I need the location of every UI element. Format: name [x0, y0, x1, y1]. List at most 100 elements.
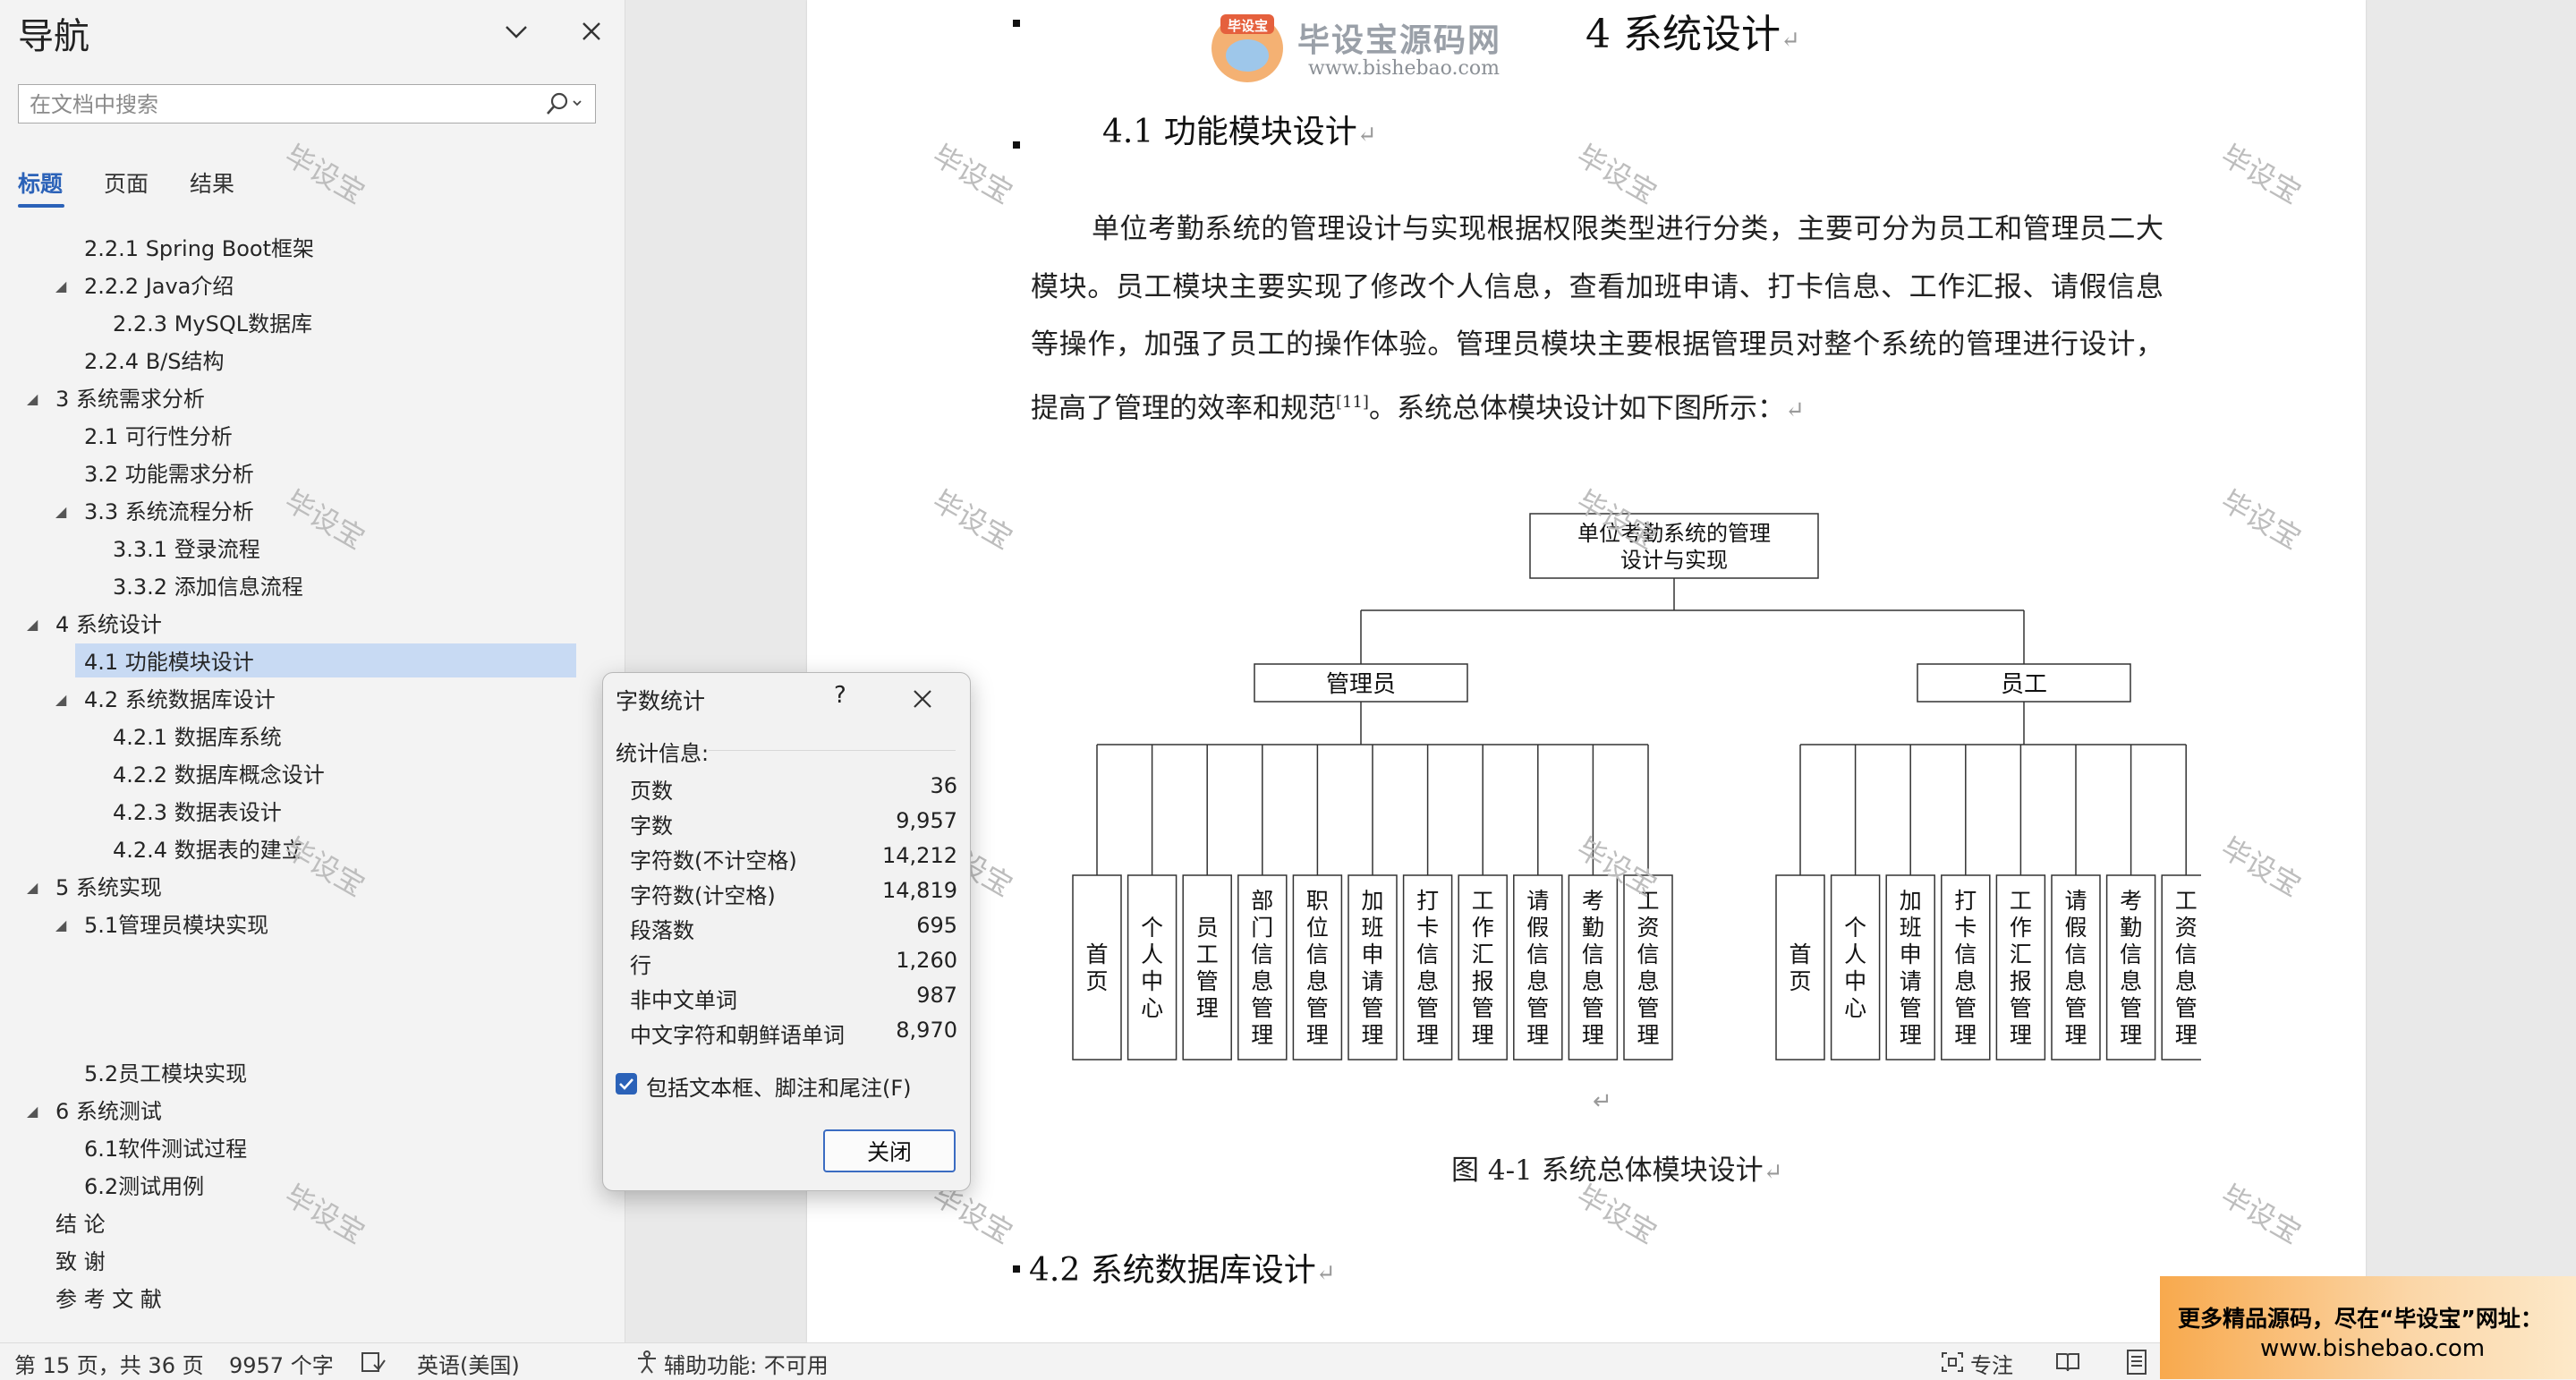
tab-results[interactable]: 结果	[190, 166, 234, 199]
node-label: 假	[1526, 915, 1549, 941]
stat-value: 1,260	[896, 948, 957, 973]
expand-triangle-icon[interactable]: ◢	[55, 684, 66, 716]
tree-item[interactable]: 3.3 系统流程分析	[84, 496, 254, 528]
node-label: 员	[1196, 915, 1219, 941]
module-node	[1072, 874, 1122, 1061]
expand-triangle-icon[interactable]: ◢	[55, 496, 66, 528]
tree-item[interactable]: 4 系统设计	[55, 609, 162, 641]
tree-item[interactable]: 2.2.3 MySQL数据库	[113, 308, 312, 340]
node-label: 请	[1900, 968, 1922, 994]
stat-value: 8,970	[896, 1018, 957, 1043]
node-label: 理	[1637, 1022, 1659, 1048]
tree-item[interactable]: 4.2.4 数据表的建立	[113, 834, 303, 866]
node-label: 管	[1954, 995, 1977, 1021]
node-label: 理	[1251, 1022, 1273, 1048]
search-icon[interactable]	[540, 90, 586, 117]
expand-triangle-icon[interactable]: ◢	[27, 383, 38, 415]
tree-item[interactable]: 2.2.1 Spring Boot框架	[84, 233, 314, 265]
tab-headings[interactable]: 标题	[18, 166, 63, 199]
tree-item[interactable]: 5.2员工模块实现	[84, 1058, 247, 1090]
tree-item[interactable]: 4.2.2 数据库概念设计	[113, 759, 325, 791]
page-count[interactable]: 第 15 页，共 36 页	[14, 1348, 204, 1379]
node-label: 员工	[2001, 671, 2047, 698]
tree-item[interactable]: 5 系统实现	[55, 872, 162, 904]
tree-item[interactable]: 2.1 可行性分析	[84, 421, 233, 453]
node-label: 管	[1900, 995, 1922, 1021]
node-label: 工	[2010, 888, 2032, 914]
tree-item[interactable]: 3 系统需求分析	[55, 383, 205, 415]
node-label: 中	[1141, 968, 1163, 994]
search-input[interactable]	[28, 90, 532, 119]
ad-text: 更多精品源码，尽在“毕设宝”网址：	[2178, 1306, 2543, 1332]
chevron-down-icon[interactable]	[501, 16, 531, 47]
tree-item[interactable]: 2.2.2 Java介绍	[84, 270, 234, 302]
tree-item[interactable]: 参 考 文 献	[55, 1283, 162, 1316]
accessibility-status[interactable]: 辅助功能: 不可用	[664, 1348, 829, 1379]
node-label: 理	[2120, 1022, 2142, 1048]
tree-item[interactable]: 2.2.4 B/S结构	[84, 345, 224, 378]
focus-mode[interactable]: 专注	[1970, 1348, 2013, 1379]
focus-icon[interactable]	[1940, 1350, 1965, 1374]
node-label: 息	[2064, 968, 2087, 994]
node-label: 首	[1085, 941, 1108, 967]
node-label: 息	[1251, 968, 1273, 994]
node-label: 理	[1472, 1022, 1494, 1048]
tree-item[interactable]: 6.2测试用例	[84, 1171, 204, 1203]
node-label: 信	[2064, 941, 2087, 967]
expand-triangle-icon[interactable]: ◢	[55, 909, 66, 941]
close-button[interactable]: 关闭	[823, 1129, 956, 1172]
close-icon[interactable]	[576, 16, 607, 47]
tree-item[interactable]: 致 谢	[55, 1246, 106, 1278]
node-label: 信	[1416, 941, 1439, 967]
heading-2: 4.2 系统数据库设计↵	[1029, 1252, 1336, 1289]
node-label: 加	[1361, 888, 1383, 914]
watermark: 毕设宝	[278, 483, 371, 557]
tab-pages[interactable]: 页面	[104, 166, 149, 199]
expand-triangle-icon[interactable]: ◢	[27, 609, 38, 641]
node-label: 管	[1251, 995, 1273, 1021]
expand-triangle-icon[interactable]: ◢	[55, 270, 66, 302]
ad-banner[interactable]: 更多精品源码，尽在“毕设宝”网址： www.bishebao.com	[2160, 1276, 2576, 1379]
expand-triangle-icon[interactable]: ◢	[27, 1095, 38, 1128]
stats-section-label: 统计信息:	[616, 741, 710, 766]
expand-triangle-icon[interactable]: ◢	[27, 872, 38, 904]
tree-item[interactable]: 3.2 功能需求分析	[84, 458, 254, 490]
close-icon[interactable]	[909, 686, 936, 712]
citation: [11]	[1336, 392, 1369, 412]
stat-label: 字符数(不计空格)	[630, 848, 797, 873]
tree-item[interactable]: 6.1软件测试过程	[84, 1133, 247, 1165]
stat-value: 14,819	[882, 878, 957, 903]
proofing-icon[interactable]	[360, 1350, 387, 1374]
tree-item[interactable]: 4.1 功能模块设计	[84, 646, 254, 678]
node-label: 管	[1472, 995, 1494, 1021]
language[interactable]: 英语(美国)	[417, 1348, 520, 1379]
tree-item[interactable]: 3.3.2 添加信息流程	[113, 571, 303, 603]
help-button[interactable]: ?	[834, 682, 846, 709]
include-textboxes-checkbox[interactable]	[616, 1073, 637, 1095]
tree-item[interactable]: 6 系统测试	[55, 1095, 162, 1128]
tree-item[interactable]: 5.1管理员模块实现	[84, 909, 268, 941]
print-layout-icon[interactable]	[2124, 1349, 2149, 1376]
accessibility-icon[interactable]	[633, 1349, 660, 1376]
read-mode-icon[interactable]	[2054, 1350, 2081, 1374]
node-label: 理	[1361, 1022, 1383, 1048]
word-count[interactable]: 9957 个字	[229, 1348, 334, 1379]
node-label: 工	[2175, 888, 2198, 914]
stat-label: 段落数	[630, 918, 694, 943]
paragraph-bullet	[1013, 141, 1020, 149]
node-label: 信	[1637, 941, 1659, 967]
node-label: 理	[1900, 1022, 1922, 1048]
node-label: 资	[1637, 915, 1659, 941]
node-label: 息	[1954, 968, 1977, 994]
tree-item[interactable]: 结 论	[55, 1208, 106, 1240]
node-label: 报	[2010, 968, 2032, 994]
paragraph-bullet	[1013, 20, 1020, 27]
node-label: 信	[1954, 941, 1977, 967]
tree-item[interactable]: 4.2.3 数据表设计	[113, 796, 282, 829]
tree-item[interactable]: 4.2.1 数据库系统	[113, 721, 282, 754]
stat-label: 非中文单词	[630, 988, 737, 1013]
tree-item[interactable]: 4.2 系统数据库设计	[84, 684, 276, 716]
tree-item[interactable]: 3.3.1 登录流程	[113, 533, 260, 566]
node-label: 班	[1361, 915, 1383, 941]
checkbox-label[interactable]: 包括文本框、脚注和尾注(F)	[646, 1070, 912, 1102]
